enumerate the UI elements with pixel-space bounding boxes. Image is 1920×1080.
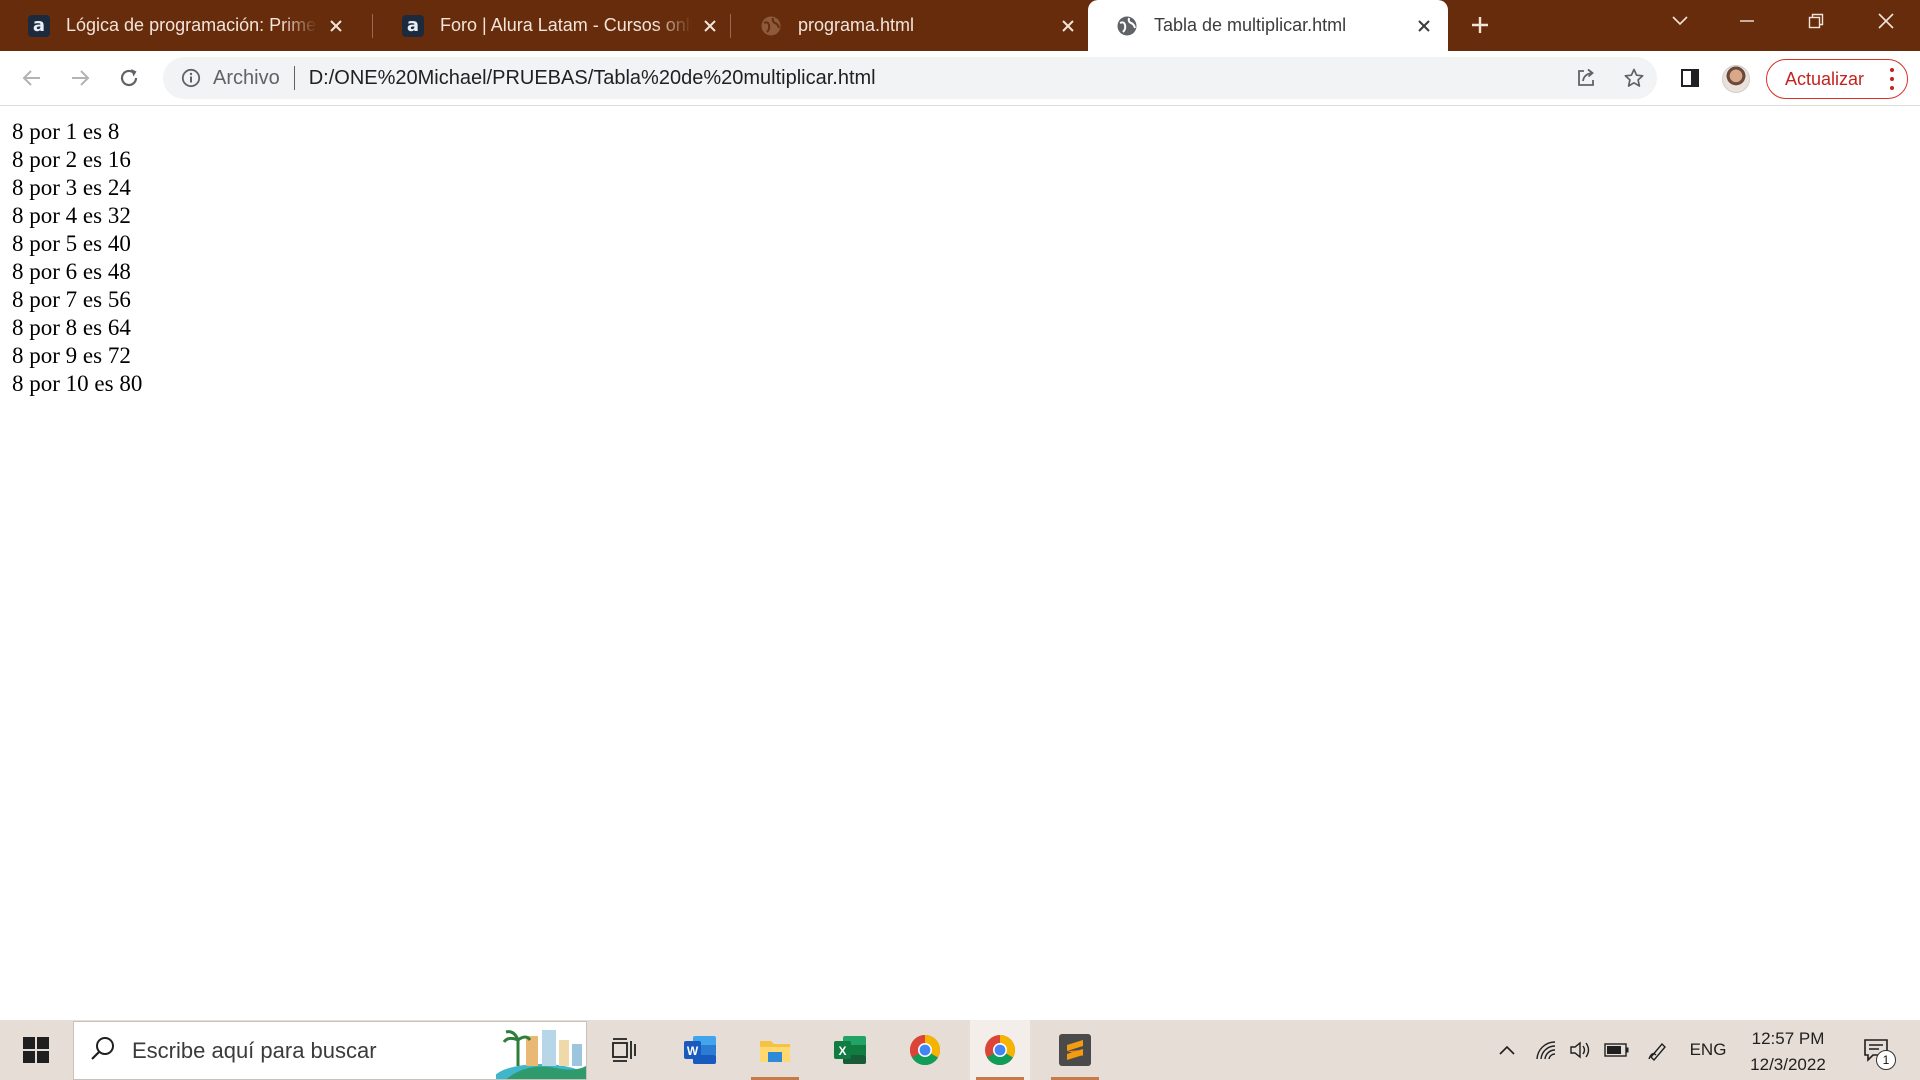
notification-count-badge: 1 bbox=[1876, 1050, 1896, 1070]
minimize-button[interactable] bbox=[1717, 0, 1777, 42]
search-placeholder: Escribe aquí para buscar bbox=[132, 1037, 377, 1063]
tab-tabla-multiplicar[interactable]: Tabla de multiplicar.html bbox=[1088, 0, 1448, 51]
pen-icon[interactable] bbox=[1644, 1020, 1672, 1080]
tab-title: Tabla de multiplicar.html bbox=[1154, 15, 1347, 35]
globe-icon bbox=[1116, 15, 1138, 37]
volume-icon[interactable] bbox=[1567, 1020, 1595, 1080]
word-icon[interactable]: W bbox=[670, 1020, 730, 1080]
address-divider bbox=[293, 66, 295, 90]
language-indicator[interactable]: ENG bbox=[1684, 1020, 1732, 1080]
result-line: 8 por 5 es 40 bbox=[12, 231, 131, 256]
windows-icon bbox=[23, 1037, 49, 1063]
tab-strip: a Lógica de programación: Primeros a For… bbox=[0, 0, 1920, 51]
file-explorer-icon[interactable] bbox=[745, 1020, 805, 1080]
excel-icon[interactable]: X bbox=[820, 1020, 880, 1080]
chrome-icon[interactable] bbox=[970, 1020, 1030, 1080]
tab-title: programa.html bbox=[798, 15, 915, 35]
result-line: 8 por 8 es 64 bbox=[12, 315, 131, 340]
taskbar: Escribe aquí para buscar W X ENG 12:57 P… bbox=[0, 1020, 1920, 1080]
more-options-icon[interactable] bbox=[1889, 68, 1895, 90]
update-button[interactable]: Actualizar bbox=[1766, 59, 1908, 99]
restore-button[interactable] bbox=[1786, 0, 1846, 42]
result-line: 8 por 1 es 8 bbox=[12, 119, 120, 144]
security-chip-label: Archivo bbox=[213, 66, 280, 89]
clock[interactable]: 12:57 PM 12/3/2022 bbox=[1738, 1026, 1838, 1078]
tab-search-chevron-down-icon[interactable] bbox=[1650, 0, 1710, 42]
share-icon[interactable] bbox=[1567, 59, 1605, 97]
tab-separator bbox=[372, 14, 373, 38]
star-icon[interactable] bbox=[1615, 59, 1653, 97]
url-text[interactable]: D:/ONE%20Michael/PRUEBAS/Tabla%20de%20mu… bbox=[309, 67, 876, 90]
close-icon[interactable] bbox=[700, 16, 720, 36]
alura-icon: a bbox=[28, 14, 50, 37]
wifi-icon[interactable] bbox=[1532, 1020, 1560, 1080]
reload-button[interactable] bbox=[110, 59, 148, 97]
svg-text:W: W bbox=[687, 1044, 699, 1058]
forward-button[interactable] bbox=[61, 59, 99, 97]
result-line: 8 por 7 es 56 bbox=[12, 287, 131, 312]
search-icon bbox=[90, 1035, 116, 1066]
info-icon[interactable] bbox=[179, 66, 203, 90]
notification-center-button[interactable]: 1 bbox=[1852, 1020, 1900, 1080]
tab-title: Foro | Alura Latam - Cursos online bbox=[440, 15, 692, 35]
clock-date: 12/3/2022 bbox=[1750, 1055, 1826, 1074]
side-panel-icon[interactable] bbox=[1671, 59, 1709, 97]
globe-icon bbox=[760, 15, 782, 37]
chrome-icon[interactable] bbox=[895, 1020, 955, 1080]
back-button[interactable] bbox=[13, 59, 51, 97]
battery-icon[interactable] bbox=[1602, 1020, 1632, 1080]
result-line: 8 por 4 es 32 bbox=[12, 203, 131, 228]
show-hidden-icons-chevron-up-icon[interactable] bbox=[1494, 1020, 1520, 1080]
alura-icon: a bbox=[402, 14, 424, 37]
close-window-button[interactable] bbox=[1856, 0, 1916, 42]
tab-foro-alura[interactable]: a Foro | Alura Latam - Cursos online bbox=[374, 0, 734, 51]
close-icon[interactable] bbox=[1058, 16, 1078, 36]
result-line: 8 por 2 es 16 bbox=[12, 147, 131, 172]
search-highlight-illustration-icon bbox=[496, 1030, 586, 1079]
close-icon[interactable] bbox=[326, 16, 346, 36]
close-icon[interactable] bbox=[1414, 16, 1434, 36]
address-bar[interactable]: Archivo D:/ONE%20Michael/PRUEBAS/Tabla%2… bbox=[163, 57, 1657, 99]
tab-logica-programacion[interactable]: a Lógica de programación: Primeros bbox=[0, 0, 360, 51]
tab-programa-html[interactable]: programa.html bbox=[732, 0, 1092, 51]
result-line: 8 por 6 es 48 bbox=[12, 259, 131, 284]
sublime-text-icon[interactable] bbox=[1045, 1020, 1105, 1080]
taskbar-search-box[interactable]: Escribe aquí para buscar bbox=[73, 1021, 587, 1080]
result-line: 8 por 3 es 24 bbox=[12, 175, 131, 200]
svg-text:X: X bbox=[838, 1044, 846, 1058]
browser-toolbar: Archivo D:/ONE%20Michael/PRUEBAS/Tabla%2… bbox=[0, 51, 1920, 106]
update-button-label: Actualizar bbox=[1785, 68, 1865, 89]
page-content: 8 por 1 es 8 8 por 2 es 16 8 por 3 es 24… bbox=[12, 118, 142, 398]
tab-separator bbox=[730, 14, 731, 38]
clock-time: 12:57 PM bbox=[1751, 1029, 1825, 1048]
task-view-icon[interactable] bbox=[594, 1020, 654, 1080]
profile-avatar[interactable] bbox=[1722, 65, 1750, 93]
result-line: 8 por 9 es 72 bbox=[12, 343, 131, 368]
tab-title: Lógica de programación: Primeros bbox=[66, 15, 318, 35]
start-button[interactable] bbox=[0, 1020, 72, 1080]
new-tab-button[interactable] bbox=[1450, 4, 1510, 46]
result-line: 8 por 10 es 80 bbox=[12, 371, 143, 396]
